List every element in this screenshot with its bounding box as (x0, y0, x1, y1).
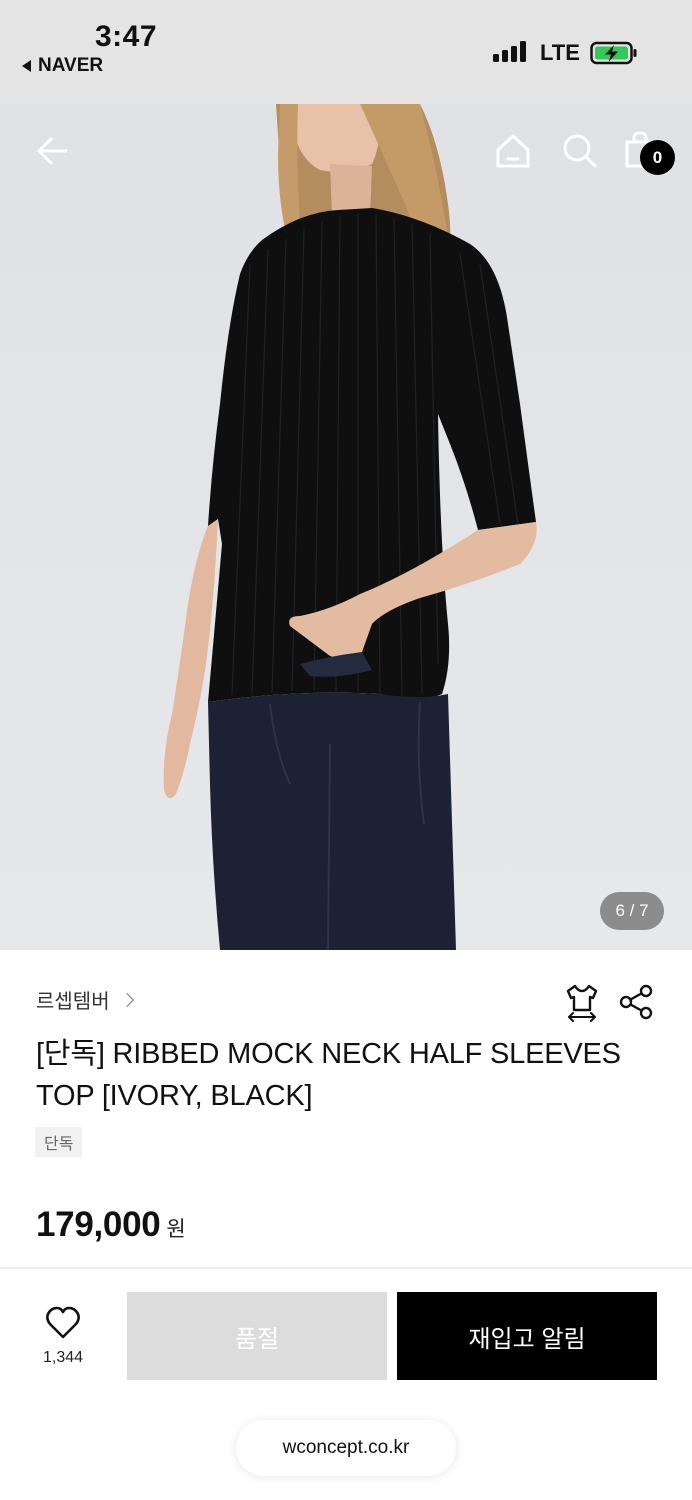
home-icon[interactable] (490, 128, 536, 174)
price-currency: 원 (166, 1218, 186, 1241)
brand-link[interactable]: 르셉템버 (36, 985, 134, 1014)
product-image-gallery[interactable]: 0 6 / 7 (0, 104, 692, 950)
product-price: 179,000 원 (36, 1205, 186, 1245)
price-value: 179,000 (36, 1205, 161, 1244)
browser-url-bar[interactable]: wconcept.co.kr (236, 1420, 456, 1476)
status-bar: 3:47 NAVER LTE (0, 0, 692, 104)
network-type: LTE (540, 40, 580, 65)
brand-name: 르셉템버 (36, 991, 110, 1013)
sold-out-button[interactable]: 품절 (127, 1292, 387, 1380)
cart-count-badge: 0 (640, 140, 675, 175)
gallery-page-indicator: 6 / 7 (600, 892, 664, 930)
back-triangle-icon (22, 60, 31, 72)
share-icon[interactable] (617, 984, 655, 1020)
chevron-right-icon (119, 992, 134, 1007)
size-guide-shirt-icon[interactable] (563, 982, 601, 1022)
search-icon[interactable] (557, 128, 603, 174)
product-title: [단독] RIBBED MOCK NECK HALF SLEEVES TOP [… (36, 1038, 621, 1112)
back-to-app-link[interactable]: NAVER (22, 55, 103, 77)
divider (0, 1267, 692, 1269)
signal-strength-icon (493, 40, 529, 62)
status-time: 3:47 (95, 20, 158, 53)
battery-charging-icon (590, 41, 637, 65)
exclusive-tag: 단독 (35, 1127, 83, 1157)
heart-icon (46, 1306, 80, 1339)
like-button[interactable]: 1,344 (30, 1306, 96, 1370)
back-app-label: NAVER (38, 55, 104, 76)
like-count: 1,344 (42, 1349, 84, 1366)
product-photo (163, 104, 537, 950)
restock-alert-button[interactable]: 재입고 알림 (397, 1292, 657, 1380)
back-arrow-icon[interactable] (30, 128, 76, 174)
